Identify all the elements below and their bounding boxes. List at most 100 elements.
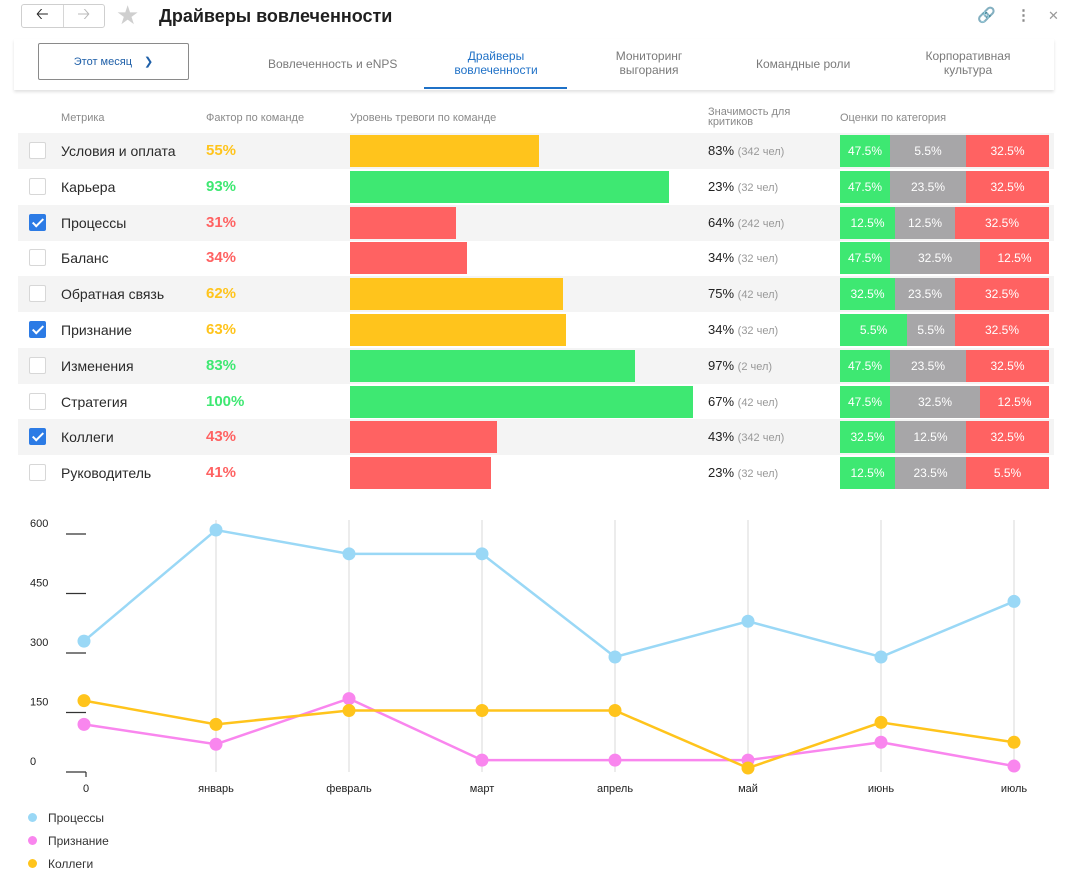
row-checkbox[interactable] [29,321,46,338]
data-point[interactable] [1007,735,1021,749]
alarm-level-bar [350,349,635,382]
active-tab-indicator [424,87,567,89]
x-tick-label: март [470,783,495,795]
data-point[interactable] [608,753,622,767]
data-point[interactable] [475,547,489,561]
score-segment: 23.5% [890,170,966,203]
data-point[interactable] [874,650,888,664]
data-point[interactable] [874,715,888,729]
score-segment: 5.5% [840,314,907,346]
data-point[interactable] [209,523,223,537]
significance-count: (32 чел) [737,325,779,337]
row-checkbox[interactable] [29,177,46,195]
metric-name: Коллеги [61,429,114,446]
tab-burnout-monitoring[interactable]: Мониторинг выгорания [599,49,699,77]
factor-percent: 63% [206,321,237,338]
y-tick-label: 300 [30,637,48,649]
score-segment: 23.5% [890,349,966,382]
row-checkbox[interactable] [29,356,46,374]
data-point[interactable] [77,717,91,731]
row-checkbox[interactable] [29,213,46,231]
factor-percent: 83% [206,356,237,374]
tab-engagement-drivers[interactable]: Драйверы вовлеченности [444,49,548,77]
row-checkbox[interactable] [29,464,46,482]
score-segment: 32.5% [890,242,980,275]
data-point[interactable] [342,704,356,718]
significance-percent: 64% [708,214,735,230]
row-checkbox[interactable] [29,285,46,303]
table-row: Изменения 83% 97% (2 чел) 47.5% 23.5% 32.5% [18,347,1054,384]
score-segment: 5.5% [907,314,955,346]
back-arrow-icon[interactable]: 🡠 [22,5,64,27]
y-tick-label: 600 [30,518,48,530]
period-select[interactable]: Этот месяц ❯ [38,43,189,80]
score-segment: 32.5% [840,278,895,311]
x-tick-label: 0 [83,783,89,795]
metric-name: Баланс [61,250,109,267]
tab-corporate-culture[interactable]: Корпоративная культура [912,49,1024,77]
favorite-star-icon[interactable]: ★ [116,2,139,28]
significance-percent: 23% [708,465,735,481]
row-checkbox[interactable] [29,249,46,267]
data-point[interactable] [342,547,356,561]
x-tick-label: май [738,783,758,795]
significance-percent: 75% [708,286,735,302]
chevron-down-icon: ❯ [144,56,154,68]
significance-count: (32 чел) [737,253,779,266]
data-point[interactable] [608,704,622,718]
table-row: Обратная связь 62% 75% (42 чел) 32.5% 23.5% 3… [18,276,1054,313]
data-point[interactable] [874,735,888,749]
significance-value: 97% (2 чел) [708,358,772,373]
table-row: Коллеги 43% 43% (342 чел) 32.5% 12.5% 32.5% [18,419,1054,456]
factor-percent: 100% [206,392,245,410]
data-point[interactable] [209,737,223,751]
link-icon[interactable]: 🔗 [977,6,996,24]
data-point[interactable] [1007,594,1021,608]
alarm-level-bar [350,135,539,167]
data-point[interactable] [209,717,223,731]
alarm-level-bar [350,278,563,311]
data-point[interactable] [1007,759,1021,773]
alarm-level-bar [350,314,566,346]
data-point[interactable] [77,634,91,648]
significance-count: (42 чел) [737,396,779,409]
significance-count: (42 чел) [737,289,779,302]
data-point[interactable] [741,614,755,628]
significance-count: (32 чел) [737,181,779,194]
series-line [83,699,1015,770]
score-segment: 32.5% [966,135,1049,167]
data-point[interactable] [475,704,489,718]
alarm-level-bar [350,421,497,454]
metric-name: Карьера [61,178,116,195]
factor-percent: 34% [206,249,237,267]
x-tick-label: февраль [326,783,372,795]
close-icon[interactable]: ✕ [1048,8,1059,24]
more-menu-icon[interactable]: ⋮ [1016,6,1031,24]
data-point[interactable] [342,692,356,706]
significance-percent: 43% [708,429,735,445]
row-checkbox[interactable] [29,428,46,446]
row-checkbox[interactable] [29,142,46,159]
significance-value: 75% (42 чел) [708,286,778,301]
alarm-level-bar [350,385,693,418]
legend-marker [28,859,37,869]
tab-engagement-enps[interactable]: Вовлеченность и eNPS [268,57,397,71]
row-checkbox[interactable] [29,392,46,410]
table-row: Условия и оплата 55% 83% (342 чел) 47.5% 5.5… [18,133,1054,169]
data-point[interactable] [475,753,489,767]
col-header-scores: Оценки по категория [840,112,947,124]
x-tick-label: январь [198,783,234,795]
legend-item-recognition: Признание [28,834,109,848]
table-row: Процессы 31% 64% (242 чел) 12.5% 12.5% 32.5% [18,204,1054,241]
alarm-level-bar [350,457,491,490]
factor-percent: 43% [206,428,237,446]
data-point[interactable] [608,650,622,664]
y-tick-label: 0 [30,756,36,768]
forward-arrow-icon[interactable]: 🡢 [64,5,105,27]
legend-label: Процессы [48,811,105,825]
table-row: Стратегия 100% 67% (42 чел) 47.5% 32.5% 12.5% [18,384,1054,420]
data-point[interactable] [741,761,755,775]
data-point[interactable] [77,694,91,708]
title-bar: 🡠 🡢 ★ Драйверы вовлеченности 🔗 ⋮ ✕ [0,0,1080,34]
tab-team-roles[interactable]: Командные роли [756,57,850,71]
